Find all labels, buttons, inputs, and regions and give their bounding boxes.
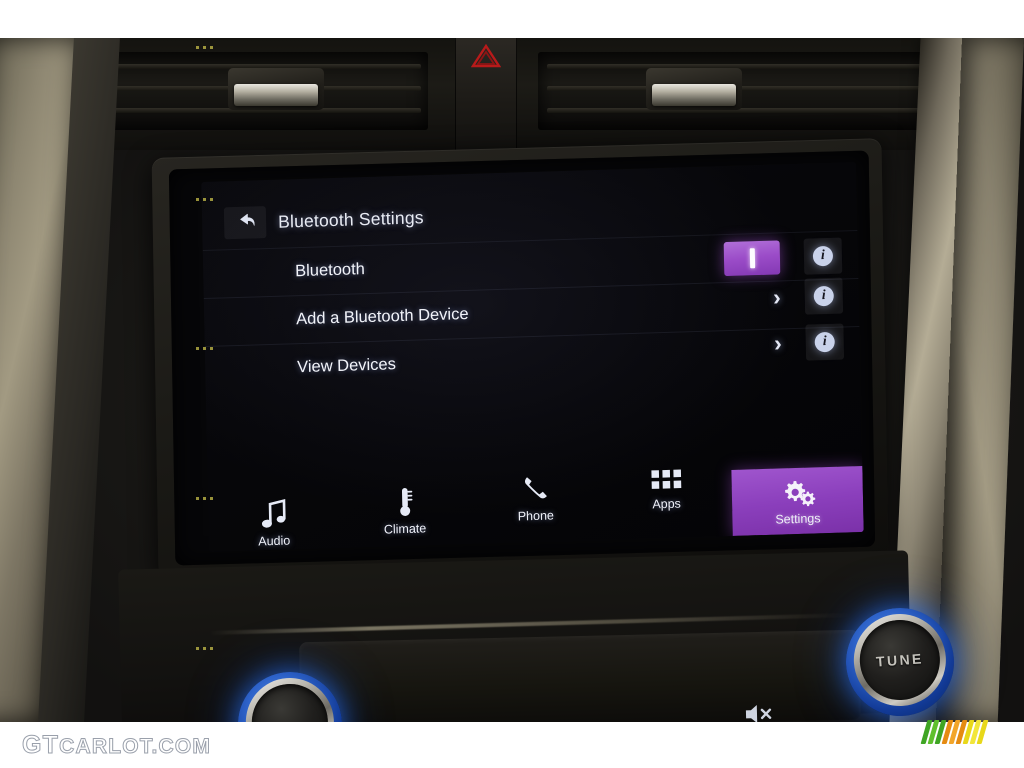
back-button[interactable] bbox=[223, 206, 267, 240]
hazard-triangle-icon bbox=[471, 44, 501, 68]
nav-item-settings[interactable]: Settings bbox=[731, 465, 864, 536]
chevron-right-icon: › bbox=[773, 329, 783, 357]
air-vent-left bbox=[78, 52, 428, 130]
nav-label: Apps bbox=[652, 496, 681, 512]
back-arrow-icon bbox=[240, 213, 255, 226]
nav-item-climate[interactable]: Climate bbox=[338, 460, 471, 548]
logo-stripes bbox=[920, 720, 998, 744]
nav-label: Settings bbox=[775, 511, 821, 527]
nav-label: Climate bbox=[383, 521, 427, 537]
forensic-dot-mark bbox=[196, 347, 214, 350]
row-label: View Devices bbox=[296, 355, 397, 377]
page-title: Bluetooth Settings bbox=[277, 206, 424, 232]
tune-knob-label: TUNE bbox=[875, 650, 925, 670]
screenshot-stage: Bluetooth Settings Bluetooth i Add a Blu… bbox=[0, 0, 1024, 768]
forensic-dot-mark bbox=[196, 46, 214, 49]
nav-label: Audio bbox=[258, 533, 291, 549]
nav-item-audio[interactable]: Audio bbox=[207, 464, 340, 552]
nav-label: Phone bbox=[517, 508, 555, 524]
gears-icon bbox=[778, 475, 817, 510]
row-chevron[interactable]: › bbox=[772, 283, 782, 311]
watermark-suffix: CARLOT.COM bbox=[59, 735, 212, 759]
row-label: Add a Bluetooth Device bbox=[295, 304, 469, 329]
vent-slider-right[interactable] bbox=[646, 68, 742, 110]
toggle-on-indicator bbox=[749, 247, 755, 268]
air-vent-right bbox=[538, 52, 978, 130]
hazard-light-button[interactable] bbox=[455, 38, 517, 150]
forensic-dot-mark bbox=[196, 497, 214, 500]
chevron-right-icon: › bbox=[772, 283, 782, 311]
thermometer-icon bbox=[394, 484, 415, 519]
row-label: Bluetooth bbox=[294, 260, 366, 281]
info-button-view-devices[interactable]: i bbox=[805, 323, 845, 361]
nav-item-apps[interactable]: Apps bbox=[600, 452, 733, 540]
info-icon: i bbox=[814, 331, 835, 353]
watermark-prefix: GT bbox=[21, 731, 60, 760]
music-note-icon bbox=[258, 496, 289, 531]
toggle-switch-on[interactable] bbox=[723, 239, 781, 276]
info-button-add-device[interactable]: i bbox=[804, 277, 844, 315]
vent-slider-left[interactable] bbox=[228, 68, 324, 110]
bluetooth-toggle[interactable] bbox=[723, 239, 781, 276]
infotainment-screen[interactable]: Bluetooth Settings Bluetooth i Add a Blu… bbox=[201, 162, 864, 552]
nav-item-phone[interactable]: Phone bbox=[469, 456, 602, 544]
info-button-bluetooth[interactable]: i bbox=[803, 237, 843, 275]
letterbox-top bbox=[0, 0, 1024, 38]
settings-list: Bluetooth i Add a Bluetooth Device › i V… bbox=[202, 230, 861, 394]
info-icon: i bbox=[813, 285, 834, 307]
phone-handset-icon bbox=[520, 471, 551, 506]
climate-control-panel[interactable] bbox=[299, 629, 861, 733]
row-chevron[interactable]: › bbox=[773, 329, 783, 357]
forensic-dot-mark bbox=[196, 647, 214, 650]
grid-apps-icon bbox=[650, 458, 683, 493]
forensic-dot-mark bbox=[196, 198, 214, 201]
site-watermark: GT CARLOT.COM bbox=[21, 731, 212, 760]
info-icon: i bbox=[812, 245, 834, 266]
